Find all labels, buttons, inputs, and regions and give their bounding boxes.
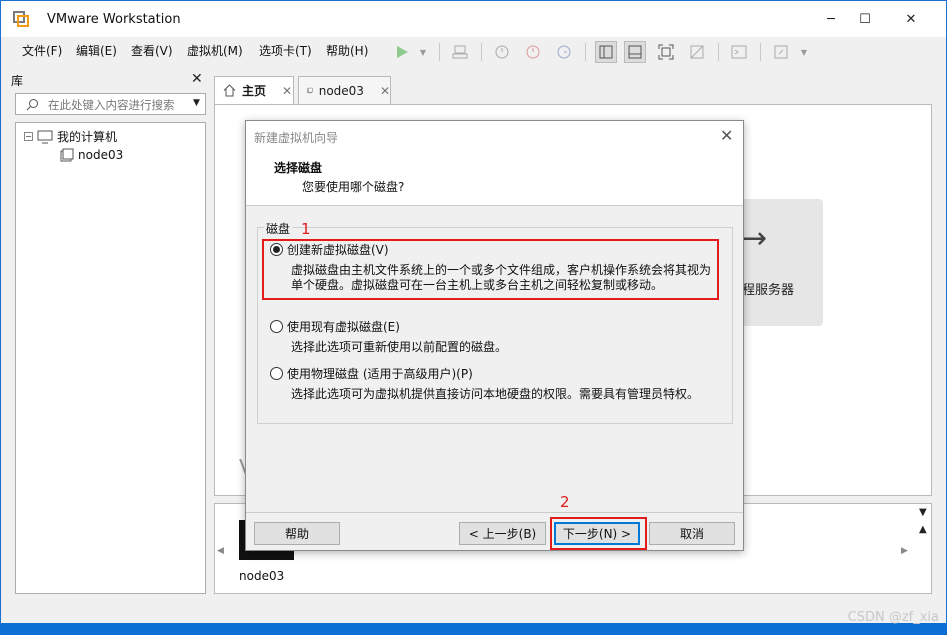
title-bar: VMware Workstation ─ ☐ ✕ [1,1,946,37]
console-view-icon[interactable] [728,41,750,63]
unity-icon[interactable] [686,41,708,63]
menu-bar: 文件(F) 编辑(E) 查看(V) 虚拟机(M) 选项卡(T) 帮助(H) ▼ [1,37,946,67]
help-button[interactable]: 帮助 [254,522,340,545]
stretch-dropdown-icon[interactable]: ▼ [793,41,815,63]
dialog-footer-divider [246,512,743,513]
dialog-subheading: 您要使用哪个磁盘? [302,180,405,194]
status-bar [1,597,946,623]
snapshot-manager-icon[interactable] [553,41,575,63]
radio-use-physical-disk[interactable]: 使用物理磁盘 (适用于高级用户)(P) [270,365,473,382]
tab-home-close-icon[interactable]: ✕ [282,84,292,98]
tab-home-label: 主页 [242,84,267,98]
library-title: 库 [11,74,24,88]
back-button[interactable]: < 上一步(B) [459,522,546,545]
library-close-icon[interactable]: ✕ [191,71,203,87]
tree-item-my-computer[interactable]: − 我的计算机 [24,128,117,145]
show-library-icon[interactable] [595,41,617,63]
tab-node03[interactable]: node03 ✕ [298,76,391,104]
power-on-icon[interactable] [391,41,413,63]
revert-snapshot-icon[interactable] [522,41,544,63]
toolbar-separator [439,43,440,61]
disk-group-label: 磁盘 [264,220,293,237]
library-search-input[interactable]: 在此处键入内容进行搜索 ▼ [15,93,206,115]
annotation-box-two [550,517,647,550]
collapse-icon[interactable]: − [24,132,33,141]
cancel-button[interactable]: 取消 [649,522,735,545]
tab-home[interactable]: 主页 ✕ [214,76,294,104]
search-icon [26,99,38,111]
menu-vm[interactable]: 虚拟机(M) [187,42,243,59]
arrow-right-icon: → [742,221,768,256]
maximize-button[interactable]: ☐ [842,1,888,37]
tree-label-node03: node03 [78,148,124,162]
radio-button[interactable] [270,367,283,380]
send-ctrl-alt-del-icon[interactable] [449,41,471,63]
home-icon [223,84,236,97]
vmware-logo-icon [13,11,29,27]
toolbar-separator [760,43,761,61]
vm-icon [60,148,74,162]
menu-file[interactable]: 文件(F) [22,42,62,59]
tree-label-my-computer: 我的计算机 [57,130,118,144]
new-vm-wizard-dialog: 新建虚拟机向导 ✕ 选择磁盘 您要使用哪个磁盘? 磁盘 1 创建新虚拟磁盘(V)… [245,120,744,551]
use-physical-disk-description: 选择此选项可为虚拟机提供直接访问本地硬盘的权限。需要具有管理员特权。 [291,387,700,401]
use-existing-disk-description: 选择此选项可重新使用以前配置的磁盘。 [291,340,508,354]
library-tree: − 我的计算机 node03 [15,122,206,594]
vmware-window: VMware Workstation ─ ☐ ✕ 文件(F) 编辑(E) 查看(… [0,0,947,623]
vm-icon [307,87,313,94]
dialog-title: 新建虚拟机向导 [254,131,339,145]
radio-use-existing-disk-label: 使用现有虚拟磁盘(E) [287,320,400,334]
menu-view[interactable]: 查看(V) [131,42,173,59]
thumbnail-bar-arrows: ▼ ▲ [919,504,927,538]
close-window-button[interactable]: ✕ [888,1,934,37]
toolbar-separator [481,43,482,61]
annotation-one: 1 [301,220,311,238]
tree-item-node03[interactable]: node03 [60,148,123,162]
annotation-two: 2 [560,493,570,511]
computer-icon [37,130,53,143]
toolbar-separator [585,43,586,61]
snapshot-icon[interactable] [491,41,513,63]
show-thumbnail-bar-icon[interactable] [624,41,646,63]
dialog-close-icon[interactable]: ✕ [720,126,733,145]
search-dropdown-icon[interactable]: ▼ [193,98,200,108]
radio-use-existing-disk[interactable]: 使用现有虚拟磁盘(E) [270,318,400,335]
vm-thumbnail-label: node03 [239,569,285,583]
annotation-box-one [262,239,719,300]
power-dropdown-icon[interactable]: ▼ [412,41,434,63]
dialog-header: 选择磁盘 您要使用哪个磁盘? [246,151,743,206]
radio-button[interactable] [270,320,283,333]
radio-use-physical-disk-label: 使用物理磁盘 (适用于高级用户)(P) [287,367,473,381]
scroll-left-icon[interactable]: ◀ [217,546,224,556]
menu-help[interactable]: 帮助(H) [326,42,368,59]
scroll-right-icon[interactable]: ▶ [901,546,908,556]
watermark: CSDN @zf_xia [847,610,939,625]
chevron-up-icon[interactable]: ▲ [919,521,927,538]
chevron-down-icon[interactable]: ▼ [919,504,927,521]
tab-node03-label: node03 [318,83,364,98]
full-screen-icon[interactable] [655,41,677,63]
dialog-title-bar: 新建虚拟机向导 ✕ [246,121,743,151]
menu-edit[interactable]: 编辑(E) [76,42,117,59]
tab-node03-close-icon[interactable]: ✕ [380,84,390,98]
stretch-view-icon[interactable] [770,41,792,63]
window-title: VMware Workstation [47,12,181,27]
toolbar-separator [718,43,719,61]
dialog-heading: 选择磁盘 [274,161,323,175]
menu-tabs[interactable]: 选项卡(T) [259,42,312,59]
remote-server-label: 程服务器 [742,283,795,298]
search-placeholder: 在此处键入内容进行搜索 [48,98,175,112]
